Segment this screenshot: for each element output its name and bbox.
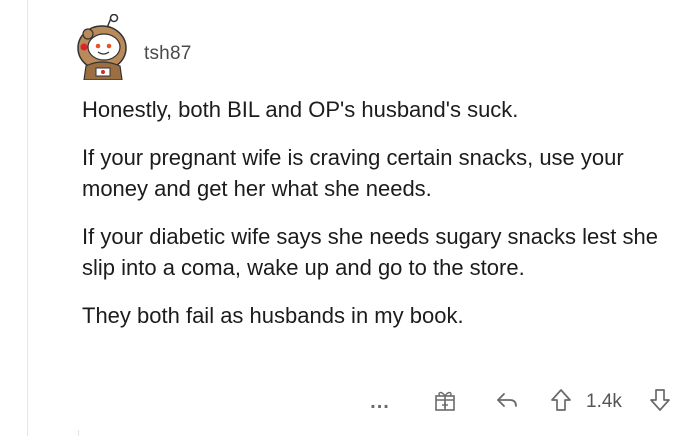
comment-username[interactable]: tsh87: [144, 43, 191, 65]
gift-award-icon: [432, 387, 458, 418]
reply-arrow-icon: [494, 387, 520, 418]
downvote-arrow-icon: [647, 387, 673, 418]
comment-paragraph: If your pregnant wife is craving certain…: [82, 145, 624, 201]
comment-paragraph: If your diabetic wife says she needs sug…: [82, 224, 658, 280]
award-button[interactable]: [430, 382, 460, 422]
comment: tsh87 Honestly, both BIL and OP's husban…: [0, 0, 700, 436]
vote-score: 1.4k: [586, 391, 622, 412]
comment-body: Honestly, both BIL and OP's husband's su…: [82, 94, 682, 348]
comment-paragraph: Honestly, both BIL and OP's husband's su…: [82, 97, 519, 122]
upvote-arrow-icon: [548, 387, 574, 418]
comment-paragraph: They both fail as husbands in my book.: [82, 303, 464, 328]
more-options-button[interactable]: ...: [364, 382, 396, 422]
reply-button[interactable]: [492, 382, 522, 422]
upvote-button[interactable]: [546, 382, 576, 422]
comment-action-bar: ... 1.4k: [0, 382, 700, 422]
downvote-button[interactable]: [645, 382, 675, 422]
snoo-avatar-icon[interactable]: [74, 14, 132, 80]
